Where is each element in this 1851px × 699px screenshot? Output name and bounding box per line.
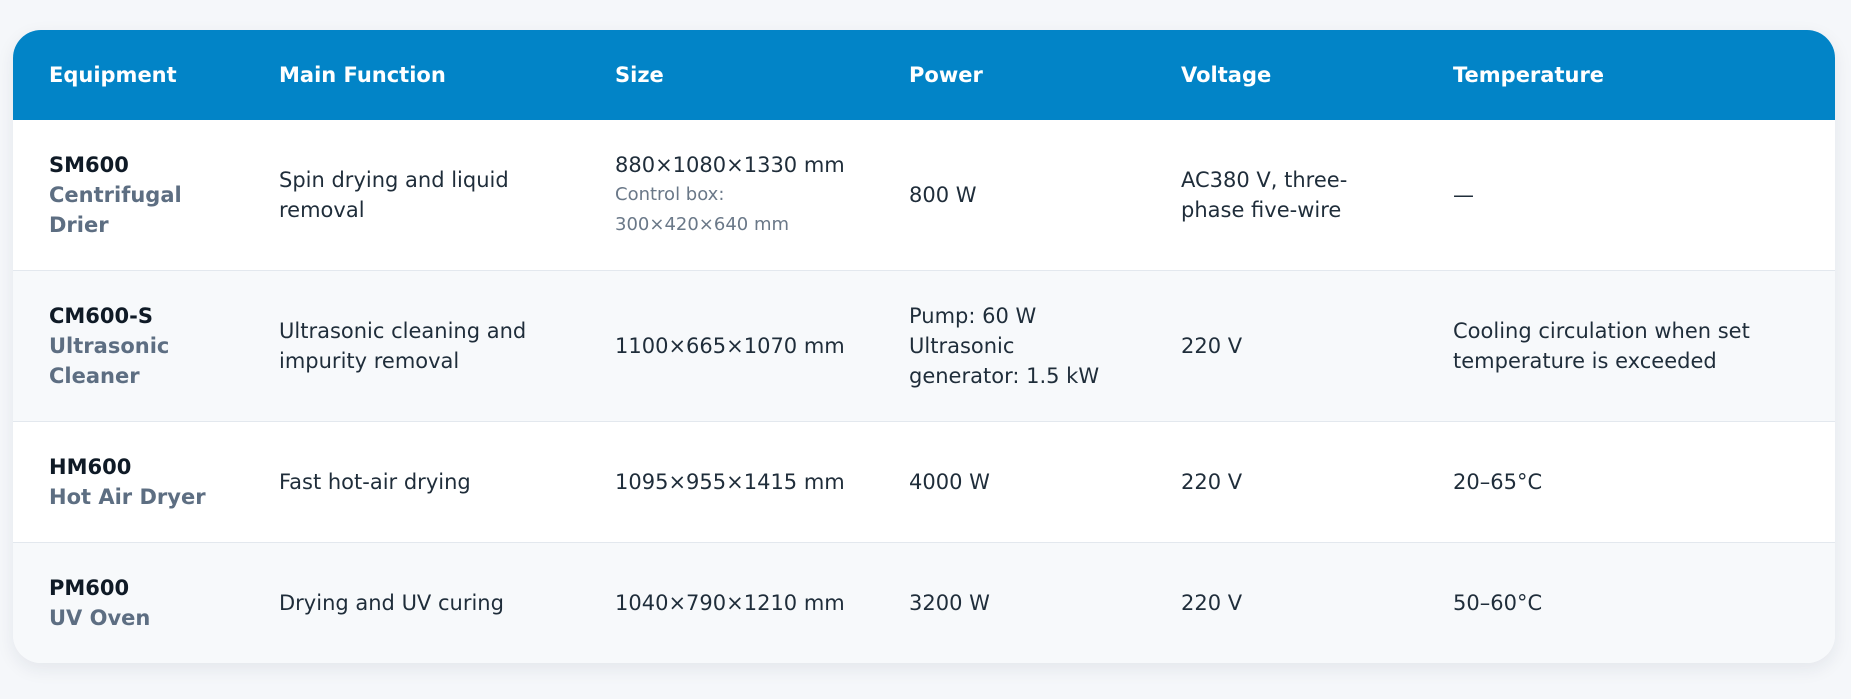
header-equipment: Equipment [49, 63, 177, 87]
table-row: HM600 Hot Air Dryer Fast hot-air drying … [13, 422, 1835, 543]
voltage-cell: 220 V [1181, 470, 1243, 494]
voltage-cell: 220 V [1181, 334, 1243, 358]
table-row: CM600-S Ultrasonic Cleaner Ultrasonic cl… [13, 271, 1835, 422]
equipment-cell: SM600 Centrifugal Drier [13, 150, 243, 240]
table-row: SM600 Centrifugal Drier Spin drying and … [13, 120, 1835, 271]
temperature-cell: — [1453, 183, 1474, 207]
equipment-code: SM600 [49, 153, 129, 177]
function-cell: Fast hot-air drying [279, 470, 471, 494]
voltage-cell: 220 V [1181, 591, 1243, 615]
equipment-cell: HM600 Hot Air Dryer [13, 452, 243, 512]
size-note: Control box: 300×420×640 mm [615, 184, 790, 235]
power-cell: 3200 W [909, 591, 990, 615]
header-voltage: Voltage [1181, 63, 1272, 87]
header-temperature: Temperature [1453, 63, 1605, 87]
equipment-cell: PM600 UV Oven [13, 573, 243, 633]
power-cell: 4000 W [909, 470, 990, 494]
power-line: Pump: 60 W [909, 304, 1037, 328]
header-main-function: Main Function [279, 63, 446, 87]
power-line: Ultrasonic generator: 1.5 kW [909, 334, 1100, 388]
header-power: Power [909, 63, 983, 87]
equipment-cell: CM600-S Ultrasonic Cleaner [13, 301, 243, 391]
size-cell: 1095×955×1415 mm [615, 470, 845, 494]
size-value: 880×1080×1330 mm [615, 153, 845, 177]
size-cell: 1040×790×1210 mm [615, 591, 845, 615]
power-cell: 800 W [909, 183, 977, 207]
equipment-code: PM600 [49, 576, 130, 600]
equipment-table: Equipment Main Function Size Power Volta… [13, 30, 1835, 663]
equipment-name: Centrifugal Drier [49, 183, 182, 237]
equipment-code: HM600 [49, 455, 132, 479]
size-cell: 880×1080×1330 mm Control box: 300×420×64… [579, 150, 873, 240]
function-cell: Spin drying and liquid removal [279, 168, 509, 222]
temperature-cell: Cooling circulation when set temperature… [1453, 319, 1750, 373]
equipment-name: UV Oven [49, 606, 151, 630]
temperature-cell: 50–60°C [1453, 591, 1543, 615]
table-row: PM600 UV Oven Drying and UV curing 1040×… [13, 543, 1835, 663]
size-cell: 1100×665×1070 mm [615, 334, 845, 358]
table-header-row: Equipment Main Function Size Power Volta… [13, 30, 1835, 120]
function-cell: Drying and UV curing [279, 591, 504, 615]
equipment-code: CM600-S [49, 304, 153, 328]
power-cell: Pump: 60 W Ultrasonic generator: 1.5 kW [873, 301, 1145, 391]
function-cell: Ultrasonic cleaning and impurity removal [279, 319, 527, 373]
equipment-name: Hot Air Dryer [49, 485, 206, 509]
temperature-cell: 20–65°C [1453, 470, 1543, 494]
equipment-name: Ultrasonic Cleaner [49, 334, 170, 388]
voltage-cell: AC380 V, three-phase five-wire [1181, 168, 1348, 222]
header-size: Size [615, 63, 664, 87]
